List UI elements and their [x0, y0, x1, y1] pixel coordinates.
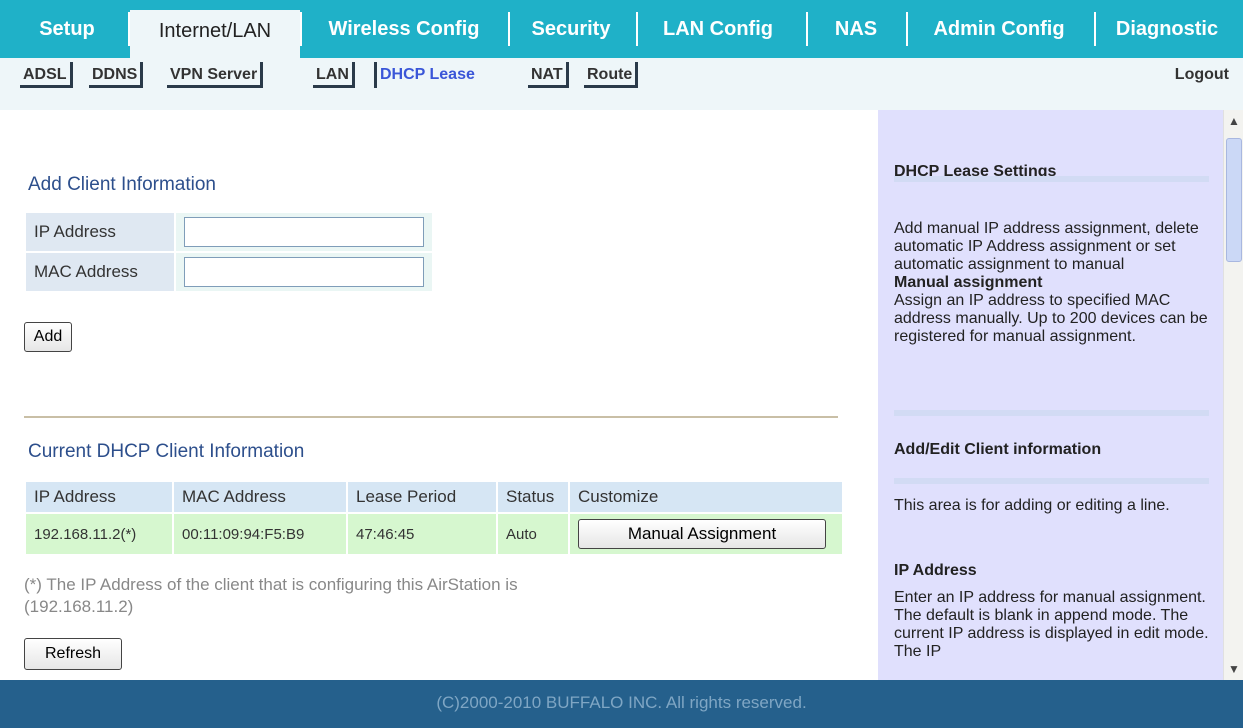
ip-address-label: IP Address: [26, 213, 174, 251]
scroll-down-icon[interactable]: ▼: [1226, 660, 1242, 678]
tab-nas[interactable]: NAS: [808, 10, 904, 48]
add-client-title: Add Client Information: [28, 174, 216, 195]
help-scrollbar[interactable]: ▲ ▼: [1223, 110, 1243, 680]
help-text-add-edit: This area is for adding or editing a lin…: [894, 497, 1170, 514]
section-divider: [24, 416, 838, 418]
col-customize: Customize: [570, 482, 842, 512]
col-mac-address: MAC Address: [174, 482, 346, 512]
row-mac-address: 00:11:09:94:F5:B9: [174, 514, 346, 554]
tab-wireless-config[interactable]: Wireless Config: [302, 10, 506, 48]
add-button[interactable]: Add: [24, 322, 72, 352]
subnav-vpn-server[interactable]: VPN Server: [167, 62, 264, 88]
subnav-adsl[interactable]: ADSL: [20, 62, 73, 88]
subnav-lan[interactable]: LAN: [313, 62, 355, 88]
ip-address-input[interactable]: [184, 217, 424, 247]
current-clients-title: Current DHCP Client Information: [28, 441, 305, 462]
add-client-form: IP Address MAC Address: [24, 211, 434, 293]
main-content: Add Client Information IP Address MAC Ad…: [0, 110, 878, 680]
help-text-intro: Add manual IP address assignment, delete…: [894, 220, 1199, 273]
client-note-line2: (192.168.11.2): [24, 597, 134, 616]
col-ip-address: IP Address: [26, 482, 172, 512]
scroll-up-icon[interactable]: ▲: [1226, 112, 1242, 130]
help-divider: [894, 410, 1209, 416]
tab-security[interactable]: Security: [510, 10, 632, 48]
help-text-ip-address: Enter an IP address for manual assignmen…: [894, 589, 1209, 660]
client-note-line1: (*) The IP Address of the client that is…: [24, 575, 518, 594]
footer: (C)2000-2010 BUFFALO INC. All rights res…: [0, 680, 1243, 728]
help-heading-add-edit: Add/Edit Client information: [894, 441, 1102, 458]
subnav-dhcp-lease[interactable]: DHCP Lease: [374, 62, 478, 88]
row-ip-address: 192.168.11.2(*): [26, 514, 172, 554]
help-panel: DHCP Lease Settings Add manual IP addres…: [878, 110, 1223, 680]
sub-nav: ADSL DDNS VPN Server LAN DHCP Lease NAT …: [0, 58, 1243, 110]
lease-table: IP Address MAC Address Lease Period Stat…: [24, 480, 844, 556]
client-note: (*) The IP Address of the client that is…: [24, 574, 784, 618]
help-subheading-manual: Manual assignment: [894, 274, 1043, 291]
help-heading-ip-address: IP Address: [894, 562, 977, 579]
row-status: Auto: [498, 514, 568, 554]
subnav-nat[interactable]: NAT: [528, 62, 569, 88]
lease-table-header: IP Address MAC Address Lease Period Stat…: [26, 482, 842, 512]
tab-lan-config[interactable]: LAN Config: [638, 10, 798, 48]
main-nav: Setup Internet/LAN Wireless Config Secur…: [0, 0, 1243, 58]
manual-assignment-button[interactable]: Manual Assignment: [578, 519, 826, 549]
tab-admin-config[interactable]: Admin Config: [908, 10, 1090, 48]
tab-internet-lan[interactable]: Internet/LAN: [130, 10, 300, 58]
help-divider: [894, 478, 1209, 484]
refresh-button[interactable]: Refresh: [24, 638, 122, 670]
help-text-dhcp-lease: Add manual IP address assignment, delete…: [894, 220, 1212, 346]
table-row: 192.168.11.2(*) 00:11:09:94:F5:B9 47:46:…: [26, 514, 842, 554]
tab-setup[interactable]: Setup: [16, 10, 118, 48]
logout-link[interactable]: Logout: [1175, 62, 1229, 88]
copyright-text: (C)2000-2010 BUFFALO INC. All rights res…: [436, 693, 807, 712]
tab-diagnostic[interactable]: Diagnostic: [1096, 10, 1238, 48]
help-text-manual: Assign an IP address to specified MAC ad…: [894, 292, 1208, 345]
subnav-route[interactable]: Route: [584, 62, 639, 88]
scroll-thumb[interactable]: [1226, 138, 1242, 262]
mac-address-label: MAC Address: [26, 253, 174, 291]
mac-address-input[interactable]: [184, 257, 424, 287]
col-status: Status: [498, 482, 568, 512]
row-lease-period: 47:46:45: [348, 514, 496, 554]
col-lease-period: Lease Period: [348, 482, 496, 512]
subnav-ddns[interactable]: DDNS: [89, 62, 144, 88]
help-divider: [894, 176, 1209, 182]
